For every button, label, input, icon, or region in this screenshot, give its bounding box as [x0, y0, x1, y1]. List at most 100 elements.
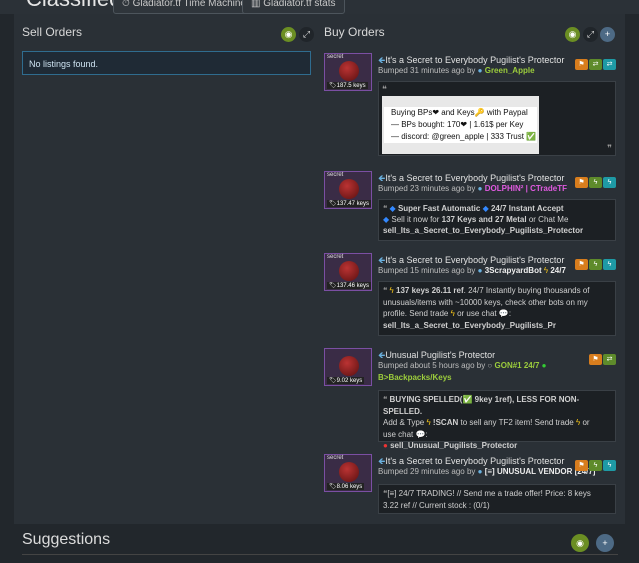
item-thumbnail[interactable]: secret 🏷137.47 keys [324, 171, 372, 209]
lightning-icon[interactable]: ϟ [589, 460, 602, 471]
list-item[interactable]: secret 🏷8.06 keys 🡸It's a Secret to Every… [324, 454, 616, 516]
comment-text-block: Buying BPs❤ and Keys🔑 with Paypal — BPs … [384, 107, 537, 143]
item-image [339, 61, 359, 81]
time-machine-label: Gladiator.tf Time Machine [132, 0, 246, 9]
quote-icon: ❝ [382, 84, 387, 94]
price-badge: 🏷187.5 keys [327, 82, 368, 89]
plus-icon[interactable]: + [596, 534, 614, 552]
time-machine-button[interactable]: ⏱ Gladiator.tf Time Machine [113, 0, 255, 14]
suggestions-section: Suggestions ◉ + [0, 525, 639, 563]
sell-orders-title: Sell Orders [22, 25, 83, 39]
listing-comment: ❝ Buying BPs❤ and Keys🔑 with Paypal — BP… [378, 81, 616, 156]
price-badge: 🏷9.02 keys [327, 377, 365, 384]
user-link[interactable]: GON#1 24/7 [495, 361, 540, 370]
chat-icon: 💬 [415, 429, 426, 439]
listing-comment: ❝ ◆ Super Fast Automatic ◆ 24/7 Instant … [378, 199, 616, 241]
chat-icon: 💬 [498, 309, 509, 318]
swap-icon[interactable]: ⇄ [603, 354, 616, 365]
comment-line: ❝[≡] 24/7 TRADING! // Send me a trade of… [383, 489, 591, 498]
stats-button[interactable]: ▥ Gladiator.tf stats [242, 0, 345, 14]
eye-icon[interactable]: ◉ [571, 534, 589, 552]
user-link[interactable]: Green_Apple [485, 66, 535, 75]
item-thumbnail[interactable]: secret 🏷187.5 keys [324, 53, 372, 91]
comment-line: Add & Type ϟ !SCAN to sell any TF2 item!… [383, 418, 590, 427]
expand-icon[interactable]: ⤢ [583, 27, 598, 42]
swap-icon[interactable]: ⇄ [589, 59, 602, 70]
thumb-label: secret [327, 54, 344, 60]
flag-icon[interactable]: ⚑ [575, 259, 588, 270]
online-dot-icon: ● [541, 361, 547, 370]
bumped-info: Bumped 23 minutes ago by ● DOLPHIN² | CT… [378, 184, 567, 193]
top-header: Classifieds ⏱ Gladiator.tf Time Machine … [0, 0, 639, 14]
flag-icon[interactable]: ⚑ [575, 59, 588, 70]
comment-line: sell_Its_a_Secret_to_Everybody_Pugilists… [383, 226, 584, 235]
diamond-icon: ◆ [383, 215, 390, 224]
bumped-info: Bumped 31 minutes ago by ● Green_Apple [378, 66, 535, 75]
price-badge: 🏷137.46 keys [327, 282, 371, 289]
flag-icon[interactable]: ⚑ [589, 354, 602, 365]
comment-line: sell_Its_a_Secret_to_Everybody_Pugilists… [383, 320, 556, 330]
suggestions-title: Suggestions [22, 531, 111, 548]
buy-orders-title: Buy Orders [324, 25, 385, 39]
eye-icon[interactable]: ◉ [281, 27, 296, 42]
item-image [339, 356, 359, 376]
user-suffix: 24/7 [550, 266, 566, 275]
item-image [339, 462, 359, 482]
lightning-icon: ϟ [450, 309, 455, 318]
list-item[interactable]: secret 🏷137.46 keys 🡸It's a Secret to Eve… [324, 253, 616, 338]
item-image [339, 179, 359, 199]
status-dot-icon: ● [477, 184, 483, 193]
bumped-info: Bumped about 5 hours ago by ○ GON#1 24/7… [378, 361, 547, 370]
status-dot-icon: ● [477, 266, 483, 275]
lightning-icon[interactable]: ϟ [589, 177, 602, 188]
diamond-icon: ◆ [389, 204, 396, 213]
thumb-label: secret [327, 172, 344, 178]
lightning-icon: ϟ [575, 418, 581, 427]
list-item[interactable]: 🏷9.02 keys 🡸Unusual Pugilist's Protector… [324, 348, 616, 450]
thumb-label: secret [327, 254, 344, 260]
red-dot-icon: ● [383, 441, 388, 450]
comment-line: profile. Send trade ϟ or use chat 💬: [383, 309, 512, 318]
user-second-line: B>Backpacks/Keys [378, 373, 452, 382]
user-link[interactable]: 3ScrapyardBot [485, 266, 542, 275]
lightning-icon[interactable]: ϟ [589, 259, 602, 270]
comment-line: use chat 💬: [383, 429, 428, 439]
user-link[interactable]: DOLPHIN² | CTradeTF [485, 184, 567, 193]
item-thumbnail[interactable]: 🏷9.02 keys [324, 348, 372, 386]
lightning-icon[interactable]: ϟ [603, 177, 616, 188]
comment-line: ◆ Sell it now for 137 Keys and 27 Metal … [383, 215, 569, 224]
divider [22, 554, 618, 555]
price-badge: 🏷8.06 keys [327, 483, 365, 490]
swap-icon[interactable]: ⇄ [603, 59, 616, 70]
lightning-icon: ϟ [389, 286, 394, 295]
quote-icon: ❞ [607, 143, 612, 153]
flag-icon[interactable]: ⚑ [575, 460, 588, 471]
listing-comment: ❝ ϟ 137 keys 26.11 ref. 24/7 Instantly b… [378, 281, 616, 336]
plus-icon[interactable]: + [600, 27, 615, 42]
no-listings-alert: No listings found. [22, 51, 311, 75]
lightning-icon: ϟ [543, 266, 549, 275]
lightning-icon[interactable]: ϟ [603, 460, 616, 471]
listing-actions: ⚑ ϟ ϟ [574, 253, 616, 271]
list-item[interactable]: secret 🏷187.5 keys 🡸It's a Secret to Ever… [324, 53, 616, 158]
comment-line: — BPs bought: 170❤ | 1.61$ per Key [391, 120, 524, 129]
status-ring-icon: ○ [487, 361, 493, 370]
item-thumbnail[interactable]: secret 🏷137.46 keys [324, 253, 372, 291]
comment-line: ● sell_Unusual_Pugilists_Protector [383, 441, 518, 450]
item-thumbnail[interactable]: secret 🏷8.06 keys [324, 454, 372, 492]
list-item[interactable]: secret 🏷137.47 keys 🡸It's a Secret to Eve… [324, 171, 616, 243]
comment-line: — discord: @green_apple | 333 Trust ✅ [391, 132, 537, 141]
status-dot-icon: ● [477, 467, 483, 476]
thumb-label: secret [327, 455, 344, 461]
listing-comment: ❝[≡] 24/7 TRADING! // Send me a trade of… [378, 484, 616, 514]
eye-icon[interactable]: ◉ [565, 27, 580, 42]
comment-image: Buying BPs❤ and Keys🔑 with Paypal — BPs … [382, 96, 539, 154]
user-link-cont[interactable]: B>Backpacks/Keys [378, 373, 452, 382]
item-image [339, 261, 359, 281]
quote-icon: ❝ [383, 204, 388, 213]
lightning-icon[interactable]: ϟ [603, 259, 616, 270]
comment-line: ❝ ◆ Super Fast Automatic ◆ 24/7 Instant … [383, 204, 564, 213]
flag-icon[interactable]: ⚑ [575, 177, 588, 188]
expand-icon[interactable]: ⤢ [299, 27, 314, 42]
diamond-icon: ◆ [482, 204, 489, 213]
